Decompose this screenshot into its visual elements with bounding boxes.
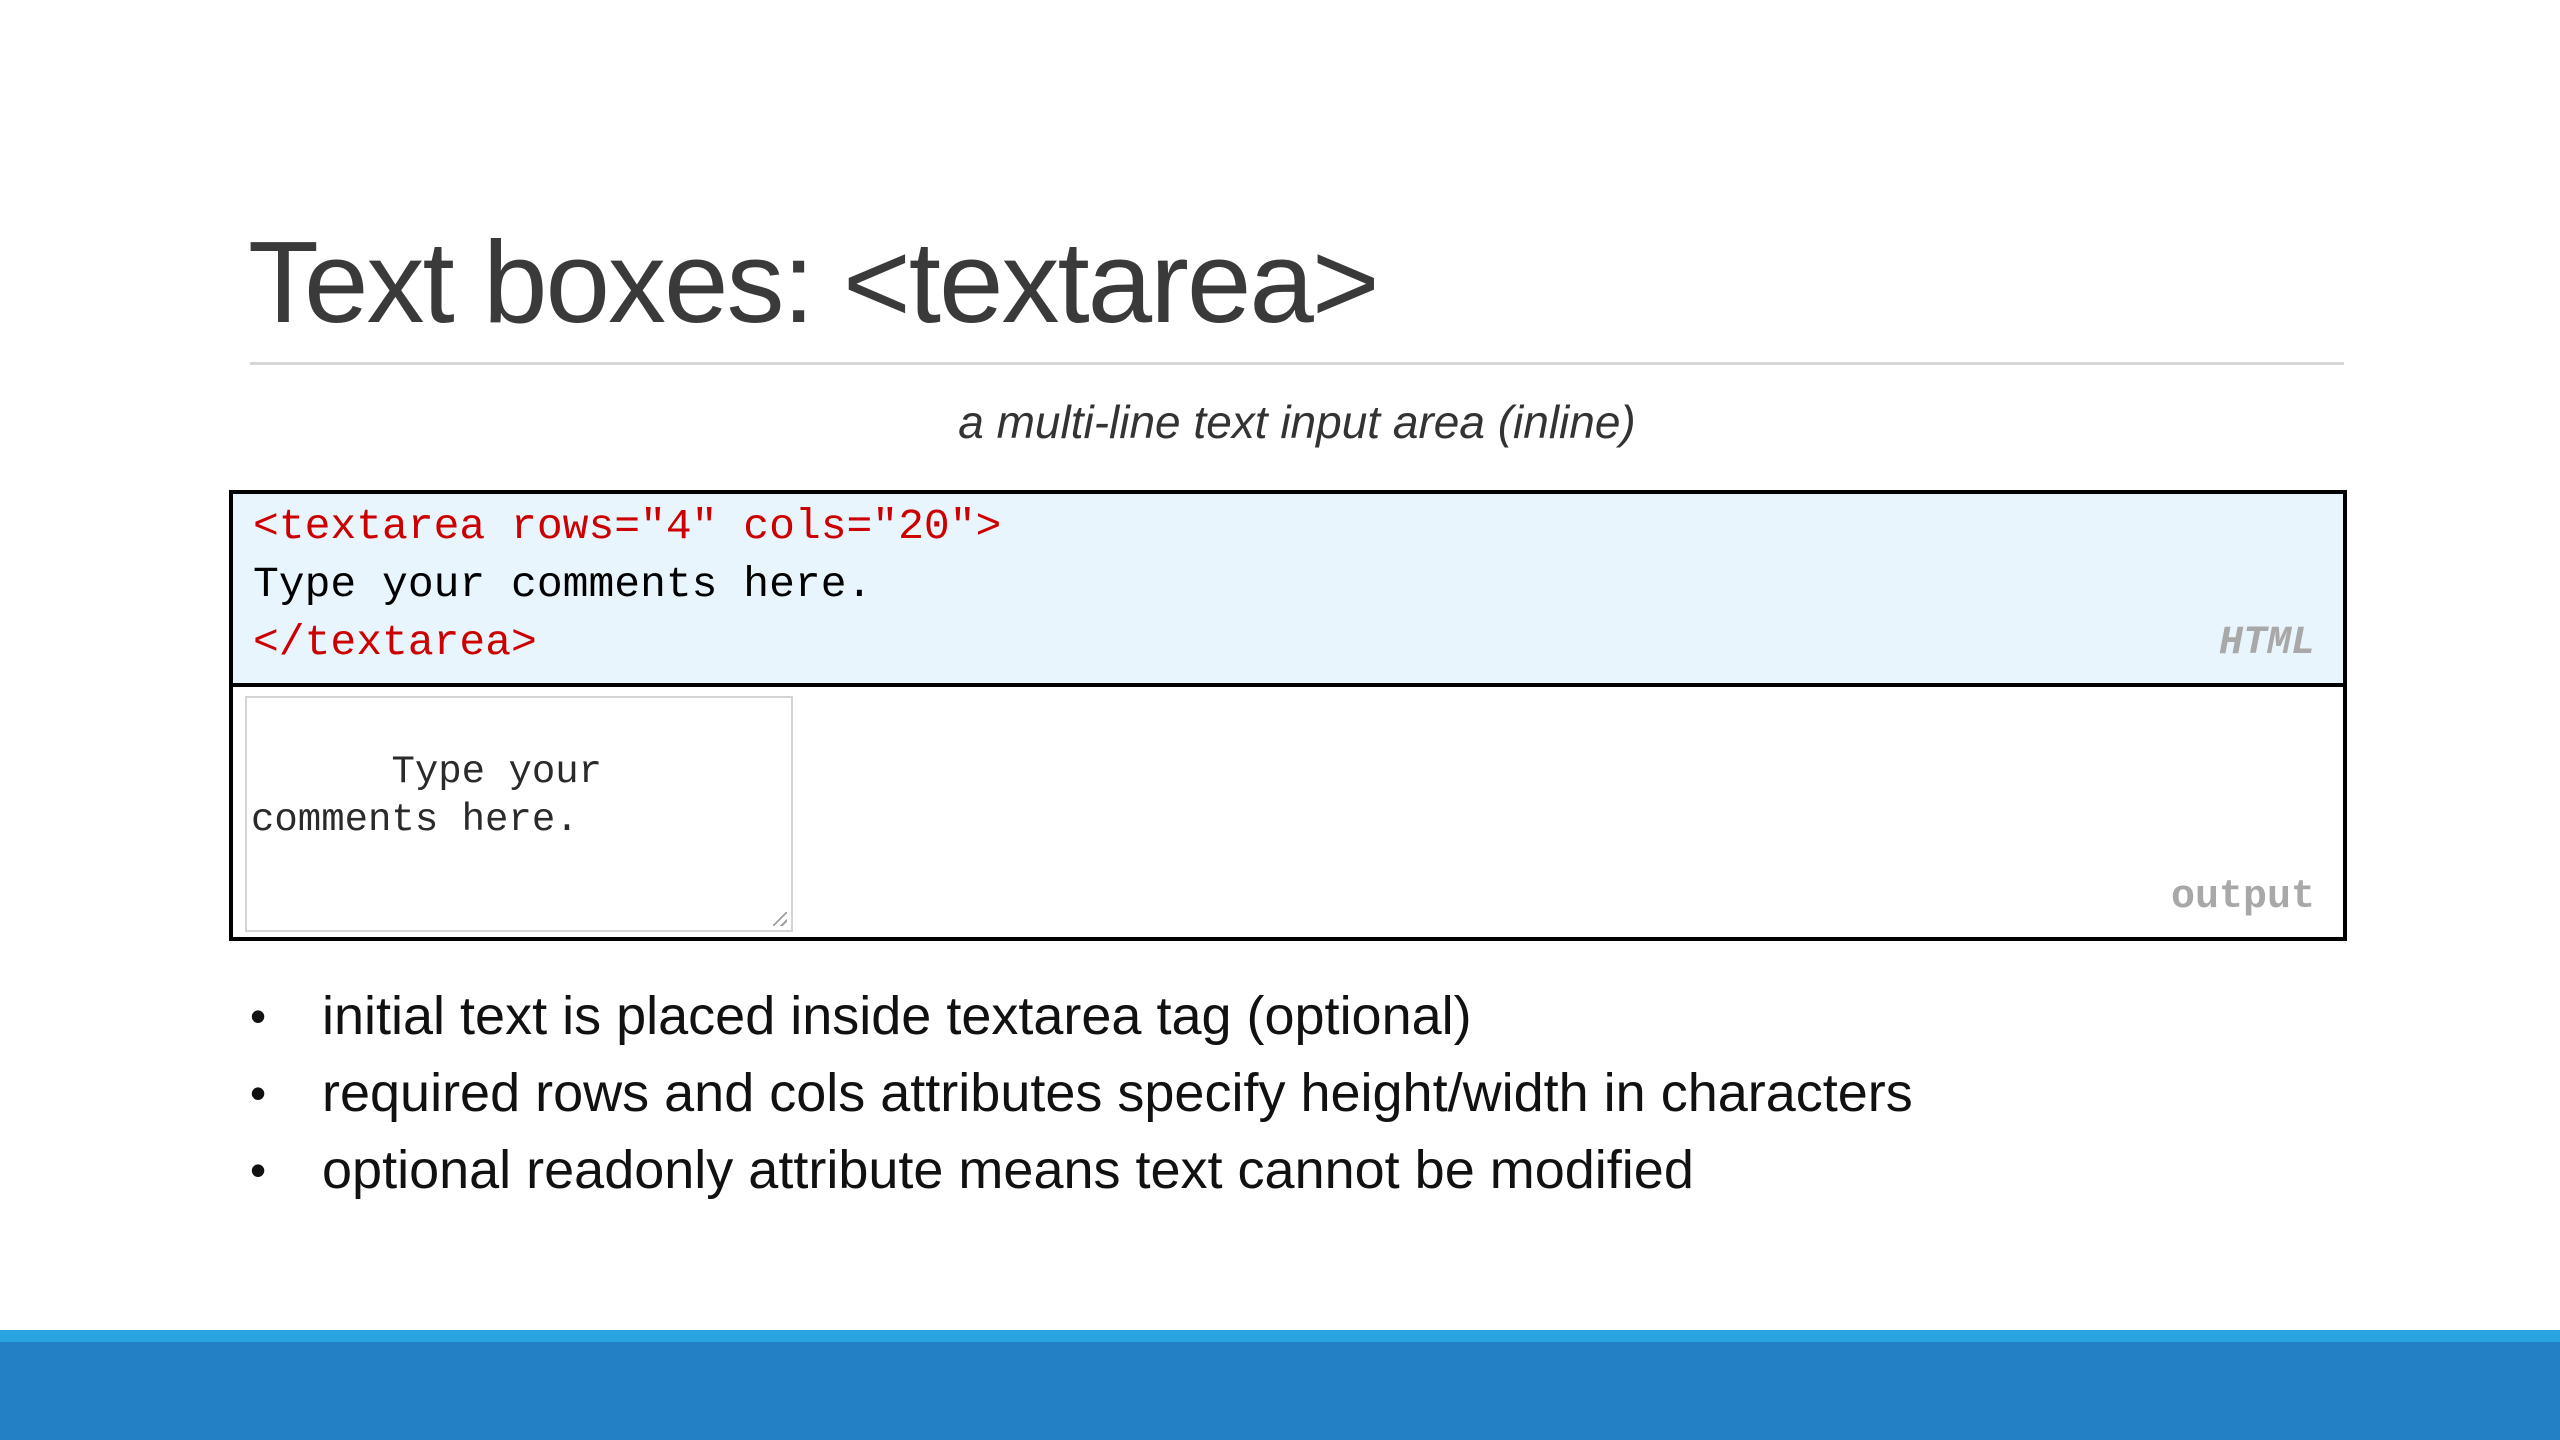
bullet-text: required rows and cols attributes specif… (322, 1063, 1913, 1123)
demo-textarea[interactable]: Type your comments here. (245, 696, 793, 932)
code-line-open-tag: <textarea rows="4" cols="20"> (253, 502, 1002, 551)
footer-accent-stripe (0, 1330, 2560, 1342)
bullet-icon: • (250, 990, 267, 1042)
code-line-content: Type your comments here. (253, 560, 873, 609)
html-code-example: <textarea rows="4" cols="20"> Type your … (229, 490, 2347, 687)
bullet-item: • optional readonly attribute means text… (248, 1132, 1913, 1209)
slide: Text boxes: <textarea> a multi-line text… (0, 0, 2560, 1440)
bullet-text: optional readonly attribute means text c… (322, 1140, 1694, 1200)
bullet-icon: • (250, 1144, 267, 1196)
demo-textarea-text: Type your comments here. (251, 750, 626, 842)
bullet-icon: • (250, 1067, 267, 1119)
bullet-item: • required rows and cols attributes spec… (248, 1055, 1913, 1132)
resize-grip-icon[interactable] (773, 912, 787, 926)
html-label: HTML (2218, 621, 2315, 666)
bullet-list: • initial text is placed inside textarea… (248, 978, 1913, 1209)
output-example: Type your comments here. output (229, 683, 2347, 941)
slide-title: Text boxes: <textarea> (248, 217, 1380, 347)
title-divider (250, 362, 2344, 365)
output-label: output (2170, 875, 2315, 920)
bullet-item: • initial text is placed inside textarea… (248, 978, 1913, 1055)
slide-subtitle: a multi-line text input area (inline) (958, 396, 1636, 448)
bullet-text: initial text is placed inside textarea t… (322, 986, 1472, 1046)
code-line-close-tag: </textarea> (253, 618, 537, 667)
footer-band (0, 1342, 2560, 1440)
